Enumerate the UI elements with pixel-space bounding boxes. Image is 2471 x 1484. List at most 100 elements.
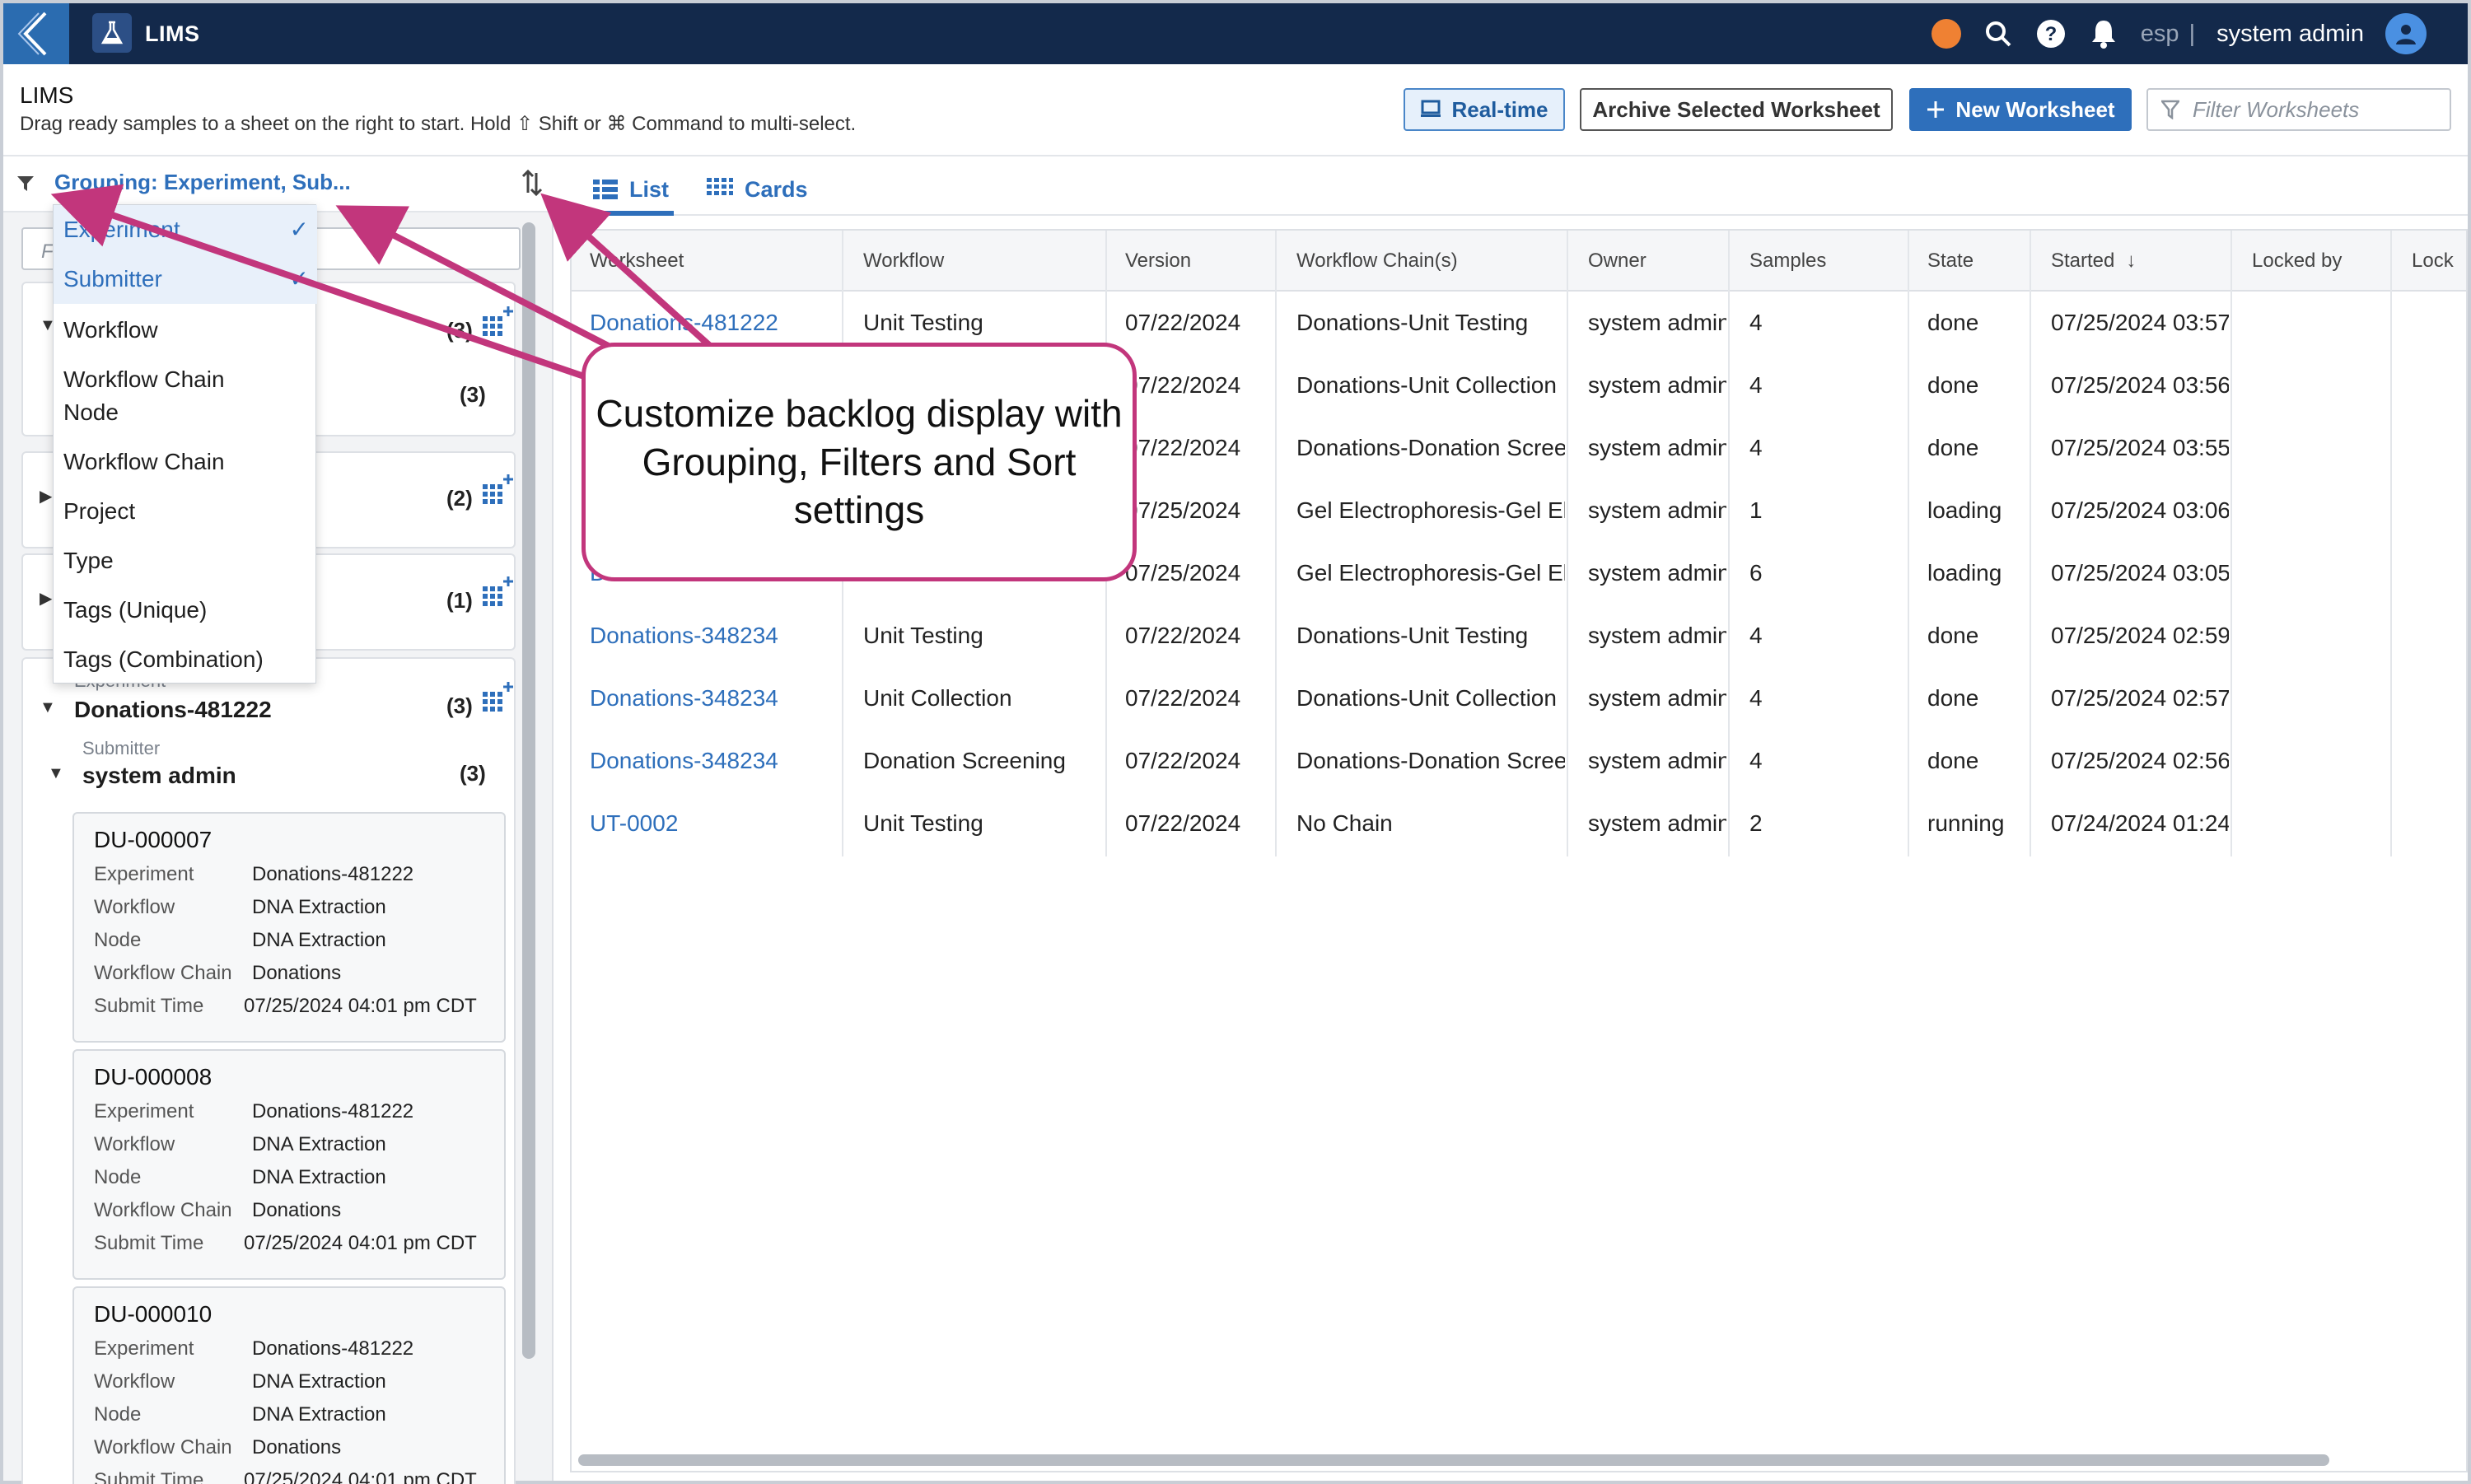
back-button[interactable] xyxy=(3,3,69,64)
cell-owner: system admin xyxy=(1588,748,1726,773)
column-header-started[interactable]: Started ↓ xyxy=(2051,231,2136,292)
column-header-worksheet[interactable]: Worksheet xyxy=(590,231,684,292)
check-icon: ✓ xyxy=(289,266,309,292)
subgroup-count: (3) xyxy=(460,382,486,407)
callout-box: Customize backlog display with Grouping,… xyxy=(582,343,1137,581)
sample-card[interactable]: DU-000010 Experiment Donations-481222 Wo… xyxy=(72,1286,506,1484)
cell-chain: Donations-Donation Screening xyxy=(1296,748,1565,773)
cell-samples: 1 xyxy=(1749,497,1763,523)
backlog-group-expanded[interactable]: Experiment ▼ Donations-481222 (3) Submit… xyxy=(21,657,516,1484)
worksheet-link[interactable]: Donations-348234 xyxy=(590,730,837,792)
column-header-version[interactable]: Version xyxy=(1125,231,1191,292)
filter-worksheets-input[interactable]: Filter Worksheets xyxy=(2146,88,2451,131)
column-header-state[interactable]: State xyxy=(1927,231,1974,292)
worksheet-link[interactable]: UT-0002 xyxy=(590,792,837,855)
table-row[interactable]: Donations-348234 Donation Screening 07/2… xyxy=(572,730,2466,792)
grouping-option-submitter[interactable]: Submitter ✓ xyxy=(54,254,317,304)
add-to-worksheet-icon[interactable] xyxy=(481,575,514,608)
cell-owner: system admin xyxy=(1588,310,1726,335)
submitter-name: system admin xyxy=(82,763,236,788)
realtime-button[interactable]: Real-time xyxy=(1404,88,1565,131)
cell-samples: 4 xyxy=(1749,623,1763,648)
add-to-worksheet-icon[interactable] xyxy=(481,305,514,338)
sample-card[interactable]: DU-000007 Experiment Donations-481222 Wo… xyxy=(72,812,506,1043)
grouping-option-workflow[interactable]: Workflow xyxy=(54,306,317,355)
cell-started: 07/25/2024 03:56 xyxy=(2051,372,2229,398)
table-row[interactable]: Donations-348234 Unit Testing 07/22/2024… xyxy=(572,604,2466,667)
field-value: 07/25/2024 04:01 pm CDT xyxy=(244,1232,477,1254)
add-to-worksheet-icon[interactable] xyxy=(481,473,514,506)
table-row[interactable]: UT-0002 Unit Testing 07/22/2024 No Chain… xyxy=(572,792,2466,855)
grouping-option-workflow-chain-node[interactable]: Workflow Chain Node xyxy=(54,355,259,437)
sample-id: DU-000007 xyxy=(94,827,213,852)
sort-icon[interactable] xyxy=(521,168,544,198)
group-count: (2) xyxy=(446,486,473,511)
field-label: Node xyxy=(94,1403,142,1426)
field-label: Workflow Chain xyxy=(94,1436,232,1458)
field-value: DNA Extraction xyxy=(252,1133,386,1155)
grouping-option-workflow-chain[interactable]: Workflow Chain xyxy=(54,437,317,487)
group-count: (1) xyxy=(446,588,473,613)
environment-label[interactable]: esp xyxy=(2141,21,2179,48)
grouping-dropdown-menu: Experiment ✓ Submitter ✓ Workflow Workfl… xyxy=(53,204,317,684)
help-icon[interactable]: ? xyxy=(2035,18,2067,49)
plus-icon xyxy=(1927,101,1945,118)
caret-down-icon[interactable]: ▼ xyxy=(40,698,56,717)
grouping-option-type[interactable]: Type xyxy=(54,536,317,586)
worksheet-link[interactable]: Donations-348234 xyxy=(590,604,837,667)
avatar[interactable] xyxy=(2385,13,2427,54)
column-header-workflow[interactable]: Workflow xyxy=(863,231,944,292)
field-label: Node xyxy=(94,1166,142,1188)
realtime-label: Real-time xyxy=(1451,96,1548,122)
tab-list[interactable]: List xyxy=(593,171,669,208)
search-icon[interactable] xyxy=(1983,18,2014,49)
caret-down-icon[interactable]: ▼ xyxy=(48,764,64,783)
field-value: DNA Extraction xyxy=(252,1166,386,1188)
field-label: Workflow xyxy=(94,896,175,918)
tab-cards[interactable]: Cards xyxy=(707,171,808,208)
field-value: DNA Extraction xyxy=(252,1370,386,1393)
column-header-locked-by[interactable]: Locked by xyxy=(2252,231,2351,292)
backlog-scrollbar[interactable] xyxy=(522,222,535,1359)
new-worksheet-button[interactable]: New Worksheet xyxy=(1909,88,2132,131)
caret-right-icon[interactable]: ▶ xyxy=(40,588,52,609)
sample-card[interactable]: DU-000008 Experiment Donations-481222 Wo… xyxy=(72,1049,506,1280)
cell-owner: system admin xyxy=(1588,685,1726,711)
archive-worksheet-button[interactable]: Archive Selected Worksheet xyxy=(1580,88,1893,131)
worksheet-link[interactable]: Donations-348234 xyxy=(590,667,837,730)
field-label: Node xyxy=(94,929,142,951)
table-row[interactable]: Donations-348234 Unit Collection 07/22/2… xyxy=(572,667,2466,730)
cell-chain: Gel Electrophoresis-Gel Electrophoresis xyxy=(1296,560,1565,586)
cell-state: loading xyxy=(1927,497,2002,523)
bell-icon[interactable] xyxy=(2088,18,2119,49)
cell-samples: 4 xyxy=(1749,685,1763,711)
grouping-dropdown-toggle[interactable]: Grouping: Experiment, Sub... xyxy=(54,170,351,195)
grouping-option-project[interactable]: Project xyxy=(54,487,317,536)
monitor-icon xyxy=(1421,100,1441,117)
table-horizontal-scrollbar[interactable] xyxy=(578,1454,2329,1466)
user-menu[interactable]: system admin xyxy=(2216,21,2364,48)
grouping-option-tags-unique[interactable]: Tags (Unique) xyxy=(54,586,317,635)
active-tab-indicator xyxy=(591,211,674,216)
status-indicator-icon[interactable] xyxy=(1931,19,1961,49)
cell-started: 07/25/2024 03:05 xyxy=(2051,560,2229,586)
field-label: Experiment xyxy=(94,1100,194,1122)
subgroup-count: (3) xyxy=(460,761,486,786)
cell-owner: system admin xyxy=(1588,623,1726,648)
column-header-owner[interactable]: Owner xyxy=(1588,231,1647,292)
grouping-option-experiment[interactable]: Experiment ✓ xyxy=(54,205,317,254)
column-header-samples[interactable]: Samples xyxy=(1749,231,1826,292)
cell-started: 07/24/2024 01:24 xyxy=(2051,810,2229,836)
filter-worksheets-placeholder: Filter Worksheets xyxy=(2193,96,2360,122)
column-header-lock[interactable]: Lock xyxy=(2412,231,2454,292)
caret-right-icon[interactable]: ▶ xyxy=(40,486,52,506)
sample-id: DU-000008 xyxy=(94,1064,213,1090)
grouping-option-tags-combination[interactable]: Tags (Combination) xyxy=(54,635,317,684)
column-header-workflow-chains[interactable]: Workflow Chain(s) xyxy=(1296,231,1458,292)
group-count: (3) xyxy=(446,693,473,718)
add-to-worksheet-icon[interactable] xyxy=(481,680,514,713)
field-label: Workflow xyxy=(94,1133,175,1155)
cell-version: 07/22/2024 xyxy=(1125,810,1241,836)
cell-version: 07/25/2024 xyxy=(1125,497,1241,523)
filter-icon[interactable] xyxy=(16,175,35,193)
